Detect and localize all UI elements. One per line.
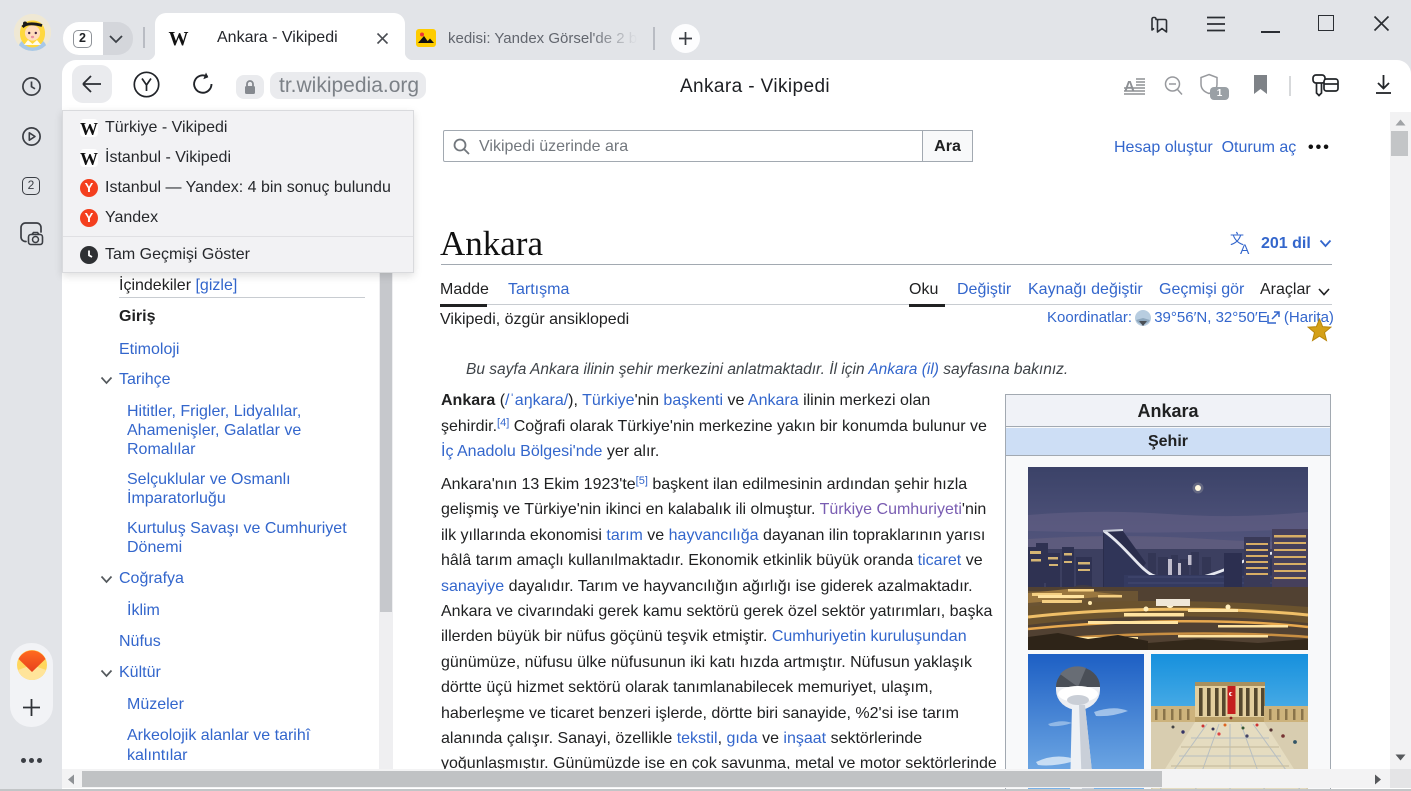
svg-text:A: A	[1124, 78, 1135, 95]
svg-text:A: A	[1240, 241, 1250, 255]
